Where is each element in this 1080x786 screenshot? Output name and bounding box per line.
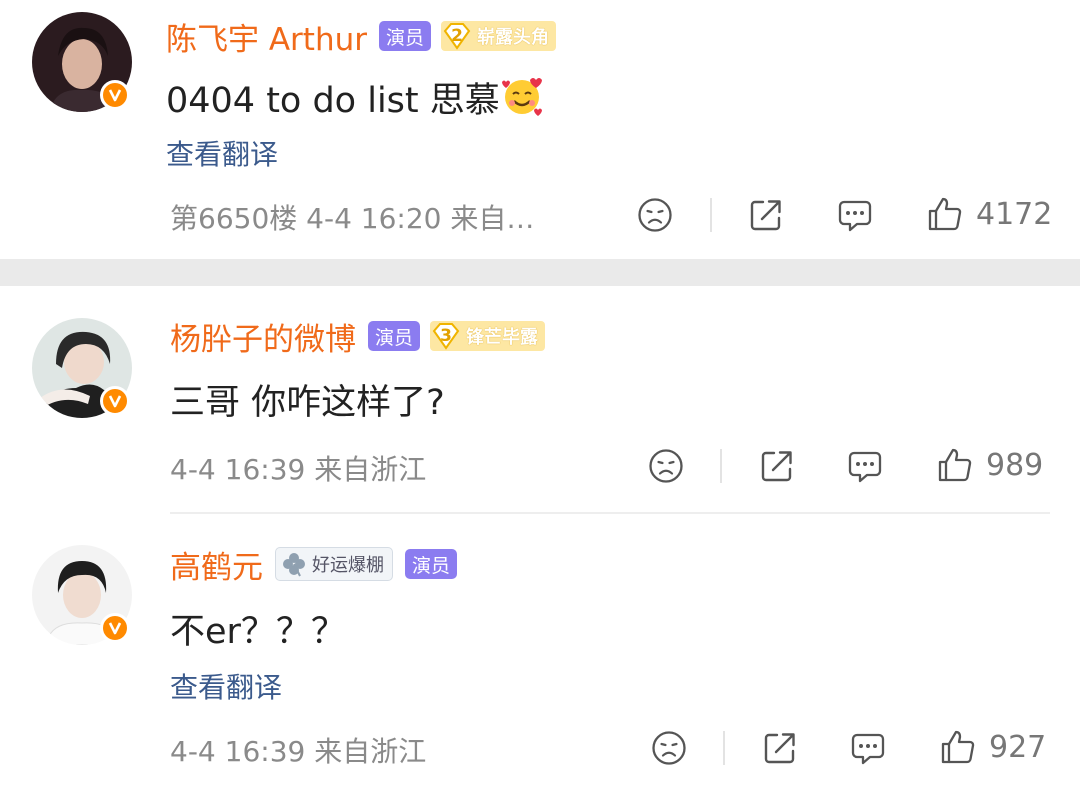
comment-meta: 4-4 16:39 来自浙江 (170, 735, 427, 768)
name-row: 高鹤元 好运爆棚 演员 (170, 542, 458, 587)
divider (710, 198, 712, 232)
sad-face-icon (652, 731, 686, 765)
comment-icon (838, 200, 872, 232)
like-count: 4172 (976, 196, 1053, 232)
rank-number: 2 (451, 26, 463, 46)
role-tag[interactable]: 演员 (405, 549, 458, 579)
smiling-face-with-hearts-icon (500, 74, 544, 127)
reply-button[interactable] (847, 448, 883, 484)
like-count: 989 (986, 447, 1044, 483)
rank-label: 锋芒毕露 (466, 327, 539, 348)
role-tag[interactable]: 演员 (379, 21, 432, 51)
dislike-button[interactable] (648, 448, 684, 484)
comment-icon (851, 733, 885, 765)
reply-button[interactable] (837, 197, 873, 233)
dislike-button[interactable] (637, 197, 673, 233)
dislike-button[interactable] (651, 730, 687, 766)
name-row: 杨肸子的微博 演员 3 锋芒毕露 (170, 314, 546, 359)
rank-number: 3 (440, 326, 452, 346)
comment-text: 三哥 你咋这样了? (170, 383, 445, 423)
luck-tag-label: 好运爆棚 (312, 555, 384, 576)
verified-badge-icon (100, 386, 130, 416)
verified-badge-icon (100, 80, 130, 110)
section-divider (0, 259, 1080, 286)
comment-text: 不er？？？ (170, 612, 346, 652)
like-button[interactable]: 4172 (926, 195, 1052, 233)
rank-tag[interactable]: 2 崭露头角 (441, 21, 557, 51)
share-icon (761, 451, 792, 482)
rank-label: 崭露头角 (477, 27, 550, 48)
share-button[interactable] (762, 730, 798, 766)
diamond-rank-icon: 3 (430, 321, 462, 351)
like-button[interactable]: 927 (939, 728, 1046, 766)
verified-badge-icon (100, 613, 130, 643)
divider (723, 731, 725, 765)
diamond-rank-icon: 2 (441, 21, 473, 51)
sad-face-icon (638, 198, 672, 232)
like-count: 927 (989, 729, 1047, 765)
share-icon (764, 733, 795, 764)
comment-text: 0404 to do list 思慕 (166, 81, 500, 121)
luck-tag[interactable]: 好运爆棚 (275, 547, 393, 581)
share-icon (750, 200, 781, 231)
username[interactable]: 陈飞宇 Arthur (166, 14, 367, 59)
comment-content: 0404 to do list 思慕 (166, 72, 544, 127)
comment-meta: 第6650楼 4-4 16:20 来自… (170, 202, 535, 235)
username[interactable]: 杨肸子的微博 (170, 314, 356, 359)
rank-tag[interactable]: 3 锋芒毕露 (430, 321, 546, 351)
divider (170, 512, 1050, 514)
share-button[interactable] (748, 197, 784, 233)
view-translation-link[interactable]: 查看翻译 (166, 133, 278, 173)
role-tag[interactable]: 演员 (368, 321, 421, 351)
reply-button[interactable] (850, 730, 886, 766)
comment-meta: 4-4 16:39 来自浙江 (170, 453, 427, 486)
username[interactable]: 高鹤元 (170, 542, 263, 587)
comment-icon (848, 451, 882, 483)
thumbs-up-icon (938, 448, 972, 482)
thumbs-up-icon (941, 730, 975, 764)
sad-face-icon (649, 449, 683, 483)
thumbs-up-icon (928, 197, 962, 231)
view-translation-link[interactable]: 查看翻译 (170, 666, 282, 706)
name-row: 陈飞宇 Arthur 演员 2 崭露头角 (166, 14, 557, 59)
clover-icon (283, 553, 305, 577)
divider (720, 449, 722, 483)
like-button[interactable]: 989 (936, 446, 1043, 484)
share-button[interactable] (759, 448, 795, 484)
